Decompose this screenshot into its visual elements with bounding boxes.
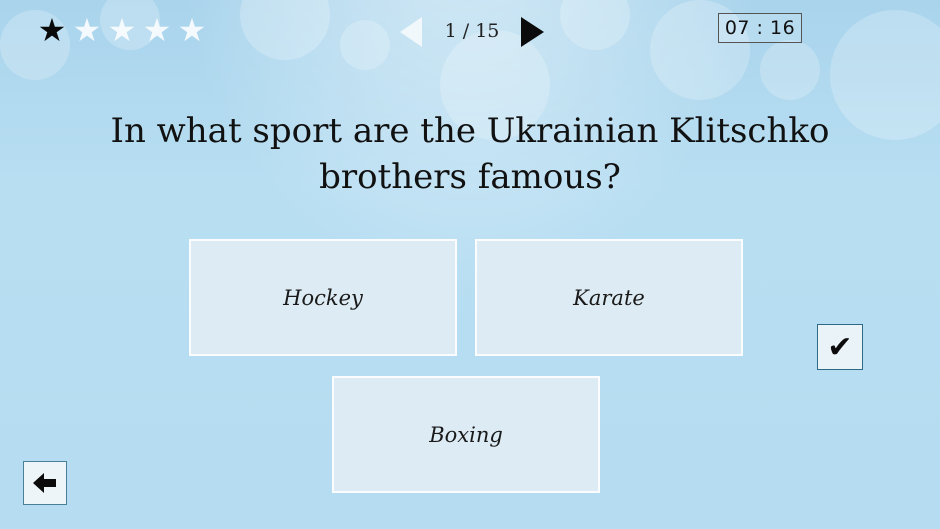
answer-label: Hockey — [283, 285, 363, 310]
star-rating: ★ ★ ★ ★ ★ — [36, 12, 208, 48]
answer-label: Karate — [573, 285, 645, 310]
question-counter: 1 / 15 — [444, 20, 500, 42]
answer-option-2[interactable]: Karate — [475, 239, 743, 356]
star-icon: ★ — [37, 11, 67, 49]
star-icon: ★ — [72, 11, 102, 49]
answer-option-3[interactable]: Boxing — [332, 376, 600, 493]
countdown-timer: 07 : 16 — [718, 13, 802, 43]
answer-label: Boxing — [429, 422, 503, 447]
back-button[interactable] — [23, 461, 67, 505]
bokeh-light — [240, 0, 330, 60]
arrow-left-icon[interactable] — [400, 17, 422, 47]
bokeh-light — [560, 0, 630, 50]
bokeh-light — [340, 20, 390, 70]
star-icon: ★ — [177, 11, 207, 49]
question-navigation: 1 / 15 — [396, 14, 552, 50]
star-icon: ★ — [107, 11, 137, 49]
question-text: In what sport are the Ukrainian Klitschk… — [110, 111, 830, 197]
star-icon: ★ — [142, 11, 172, 49]
bokeh-light — [760, 40, 820, 100]
checkmark-icon: ✔ — [827, 329, 853, 365]
answer-option-1[interactable]: Hockey — [189, 239, 457, 356]
back-arrow-icon — [33, 473, 56, 493]
confirm-button[interactable]: ✔ — [817, 324, 863, 370]
arrow-right-icon[interactable] — [521, 17, 544, 47]
